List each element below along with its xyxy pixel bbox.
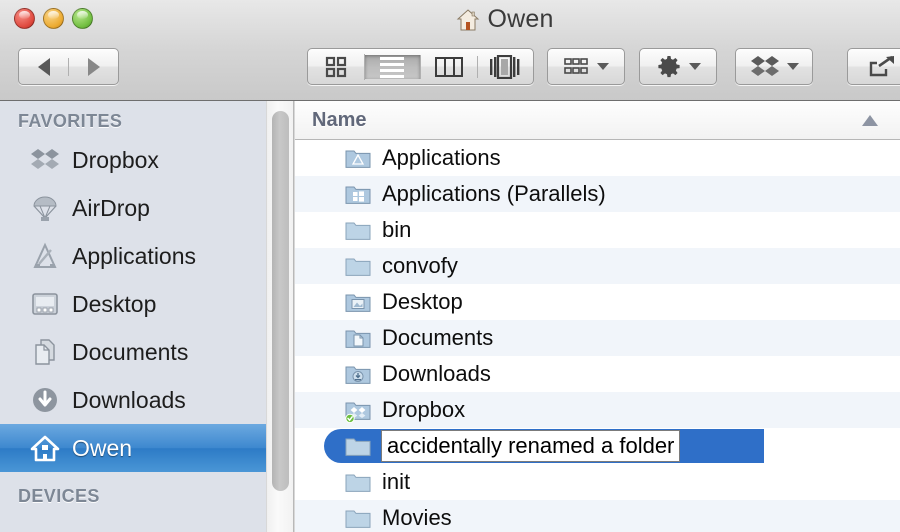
sidebar-item-label: AirDrop [72, 194, 150, 221]
share-button[interactable] [847, 48, 900, 85]
sort-ascending-icon[interactable] [862, 115, 878, 126]
finder-window: Owen FAVORITES Dropbox AirDrop Applicati… [0, 0, 900, 532]
page-title: Owen [0, 5, 900, 34]
file-name: Desktop [382, 289, 463, 314]
applications-icon [30, 241, 60, 271]
documents-icon [30, 337, 60, 367]
view-mode-icon[interactable] [308, 53, 365, 80]
window-title-text: Owen [487, 5, 554, 33]
column-header-name[interactable]: Name [312, 109, 366, 132]
airdrop-icon [30, 193, 60, 223]
table-row[interactable]: Desktop [295, 284, 900, 320]
back-button[interactable] [19, 57, 69, 76]
view-mode-column[interactable] [421, 55, 478, 78]
view-mode-list[interactable] [364, 54, 421, 79]
table-row[interactable]: init [295, 464, 900, 500]
table-row[interactable]: Applications (Parallels) [295, 176, 900, 212]
sidebar-item-label: Downloads [72, 386, 186, 413]
sidebar-section-favorites-header: FAVORITES [18, 111, 123, 131]
file-name: convofy [382, 253, 458, 278]
file-name: Movies [382, 505, 452, 530]
file-rows: Applications Applications (Parallels) bi… [295, 140, 900, 532]
sidebar-item-dropbox[interactable]: Dropbox [0, 136, 266, 184]
table-row[interactable]: Movies [295, 500, 900, 532]
titlebar: Owen [0, 0, 900, 101]
icon-view-icon [325, 56, 346, 77]
sidebar-item-desktop[interactable]: Desktop [0, 280, 266, 328]
folder-icon [345, 507, 371, 529]
folder-documents-icon [345, 327, 371, 349]
list-view-icon [380, 56, 405, 78]
column-header-row: Name [295, 101, 900, 140]
folder-downloads-icon [345, 363, 371, 385]
table-row[interactable]: Applications [295, 140, 900, 176]
sidebar-item-label: Desktop [72, 290, 157, 317]
coverflow-view-icon [490, 54, 520, 79]
view-mode-group [307, 48, 534, 85]
view-mode-coverflow[interactable] [478, 54, 534, 79]
file-list-pane: Name Applications Applications (Parallel… [295, 101, 900, 532]
sidebar-section-devices-header: DEVICES [18, 486, 100, 506]
arrange-button[interactable] [547, 48, 625, 85]
folder-icon [345, 255, 371, 277]
vertical-scrollbar[interactable] [267, 101, 294, 532]
chevron-left-icon [37, 57, 50, 76]
scrollbar-thumb[interactable] [272, 111, 289, 491]
desktop-icon [30, 289, 60, 319]
sidebar-item-airdrop[interactable]: AirDrop [0, 184, 266, 232]
folder-icon [345, 471, 371, 493]
home-icon [456, 8, 480, 32]
file-name: bin [382, 217, 412, 242]
folder-icon [345, 435, 371, 457]
home-icon [30, 433, 60, 463]
sidebar-item-owen[interactable]: Owen [0, 424, 266, 472]
chevron-right-icon [87, 57, 100, 76]
table-row-selected[interactable]: accidentally renamed a folder [295, 428, 900, 464]
chevron-down-icon [596, 63, 609, 70]
forward-button[interactable] [69, 57, 118, 76]
table-row[interactable]: convofy [295, 248, 900, 284]
arrange-icon [563, 57, 588, 74]
sidebar: FAVORITES Dropbox AirDrop Applications D… [0, 101, 266, 532]
file-name: Dropbox [382, 397, 466, 422]
sidebar-item-label: Documents [72, 338, 189, 365]
dropbox-icon [750, 55, 779, 76]
file-name: Documents [382, 325, 494, 350]
downloads-icon [30, 385, 60, 415]
nav-buttons [18, 48, 119, 85]
sidebar-item-downloads[interactable]: Downloads [0, 376, 266, 424]
file-name: Applications (Parallels) [382, 181, 606, 206]
table-row[interactable]: bin [295, 212, 900, 248]
sidebar-item-label: Owen [72, 434, 133, 461]
table-row[interactable]: Documents [295, 320, 900, 356]
sidebar-item-applications[interactable]: Applications [0, 232, 266, 280]
rename-input[interactable]: accidentally renamed a folder [381, 429, 681, 463]
action-menu-button[interactable] [639, 48, 717, 85]
dropbox-menu-button[interactable] [735, 48, 813, 85]
folder-icon [345, 219, 371, 241]
folder-desktop-icon [345, 291, 371, 313]
folder-windows-icon [345, 183, 371, 205]
chevron-down-icon [688, 63, 701, 70]
file-name: init [382, 469, 411, 494]
table-row[interactable]: Downloads [295, 356, 900, 392]
sidebar-item-label: Applications [72, 242, 197, 269]
sidebar-item-label: Dropbox [72, 146, 159, 173]
table-row[interactable]: Dropbox [295, 392, 900, 428]
gear-icon [657, 55, 680, 77]
file-name: Applications [382, 145, 501, 170]
folder-dropbox-icon [345, 399, 371, 424]
dropbox-icon [30, 145, 60, 175]
sidebar-item-documents[interactable]: Documents [0, 328, 266, 376]
share-icon [869, 55, 894, 76]
file-name: Downloads [382, 361, 491, 386]
folder-applications-icon [345, 147, 371, 169]
chevron-down-icon [786, 63, 799, 70]
column-view-icon [434, 56, 463, 77]
